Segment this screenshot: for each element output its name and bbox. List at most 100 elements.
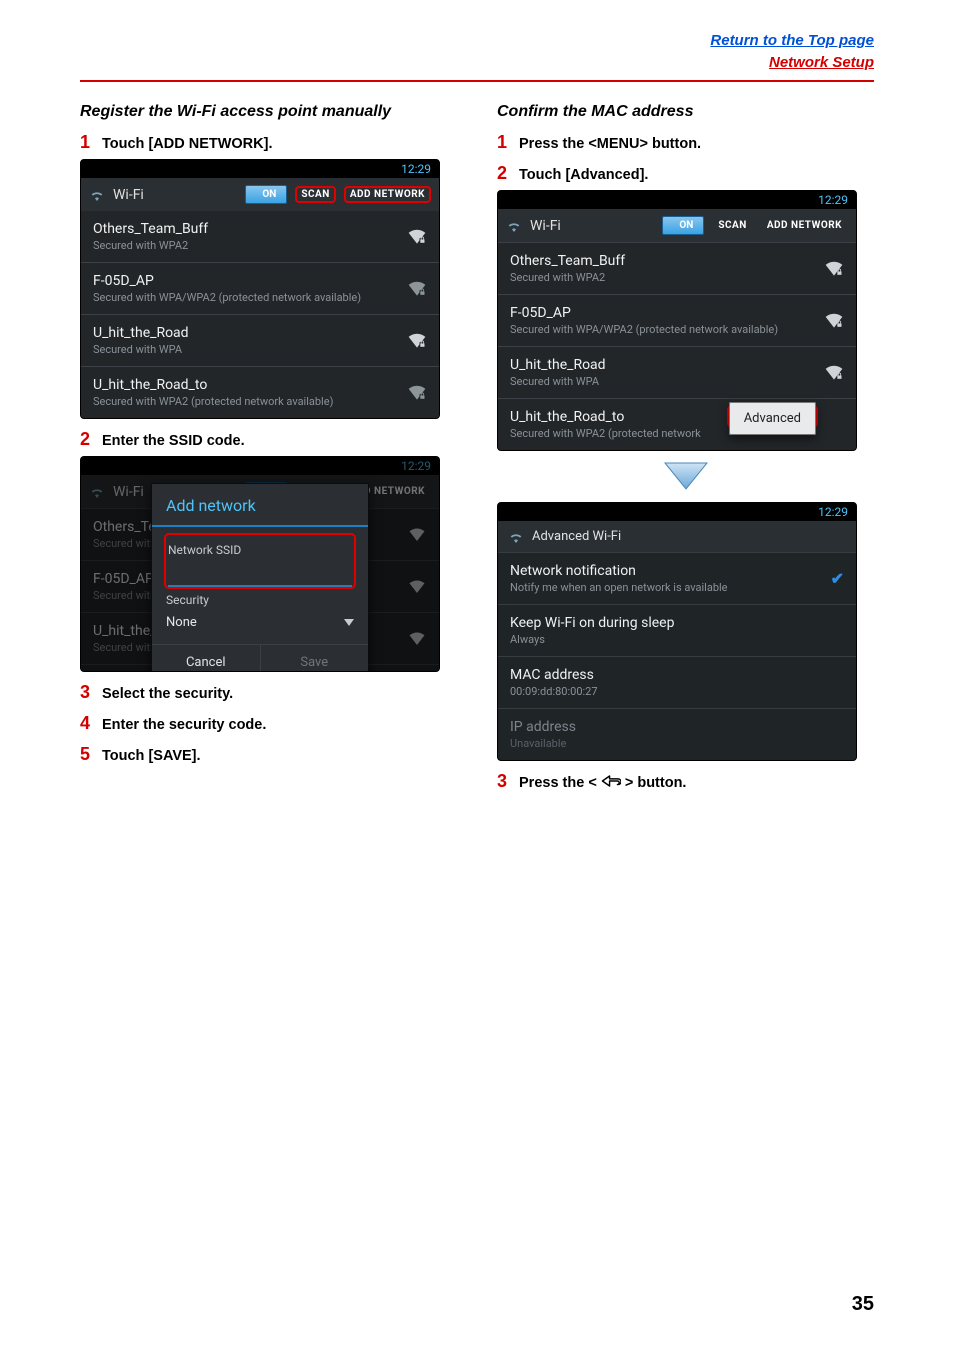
- network-row[interactable]: F-05D_AP Secured with WPA/WPA2 (protected…: [498, 294, 856, 346]
- network-list: Others_Team_BuffSecured with WPA2 F-05D_…: [81, 211, 439, 418]
- security-value: None: [166, 615, 197, 630]
- row-title: Keep Wi-Fi on during sleep: [510, 615, 844, 631]
- screenshot-add-network: 12:29 Wi-Fi ON SCAN ADD NETWORK Others_T…: [80, 456, 440, 672]
- cancel-button[interactable]: Cancel: [152, 645, 260, 672]
- left-step-5: 5 Touch [SAVE].: [80, 744, 457, 765]
- add-network-button[interactable]: ADD NETWORK: [344, 186, 431, 203]
- screenshot-wifi-list-advanced: 12:29 Wi-Fi ON SCAN ADD NETWORK Others_T…: [497, 190, 857, 451]
- network-setup-link[interactable]: Network Setup: [769, 54, 874, 71]
- wifi-icon: [89, 486, 105, 498]
- ssid-label: U_hit_the_Road: [510, 357, 606, 373]
- ssid-field-label: Network SSID: [168, 543, 352, 557]
- status-bar: 12:29: [498, 503, 856, 521]
- signal-lock-icon: [824, 364, 844, 382]
- network-sublabel: Secured with WPA: [510, 375, 606, 388]
- network-sublabel: Secured with WPA2 (protected network: [510, 427, 701, 440]
- step-text-pre: Press the <: [519, 775, 601, 791]
- signal-lock-icon: [407, 384, 427, 402]
- wifi-toggle[interactable]: ON: [662, 216, 704, 235]
- step-text: Enter the SSID code.: [102, 433, 245, 449]
- step-number: 4: [80, 713, 94, 734]
- left-step-2: 2 Enter the SSID code.: [80, 429, 457, 450]
- network-row[interactable]: Others_Team_Buff Secured with WPA2: [498, 242, 856, 294]
- signal-lock-icon: [824, 260, 844, 278]
- step-text: Press the < > button.: [519, 774, 686, 792]
- status-bar: 12:29: [81, 160, 439, 178]
- network-row[interactable]: U_hit_the_Road_to Secured with WPA2 (prot…: [81, 366, 439, 418]
- wifi-icon: [89, 189, 105, 201]
- wifi-icon: [508, 531, 524, 543]
- step-number: 1: [80, 132, 94, 153]
- network-sublabel: Secured with WPA2 (protected network ava…: [93, 395, 333, 408]
- status-bar: 12:29: [498, 191, 856, 209]
- right-step-1: 1 Press the <MENU> button.: [497, 132, 874, 153]
- row-subtitle: 00:09:dd:80:00:27: [510, 685, 844, 698]
- ssid-input[interactable]: [168, 559, 352, 587]
- actionbar-title: Wi-Fi: [530, 218, 654, 234]
- signal-icon: [407, 526, 427, 544]
- screenshot-advanced-wifi: 12:29 Advanced Wi-Fi Network notificatio…: [497, 502, 857, 761]
- advanced-highlight: Advanced: [727, 405, 818, 428]
- step-text: Enter the security code.: [102, 717, 266, 733]
- network-sublabel: Secured with WPA: [93, 343, 189, 356]
- signal-icon: [407, 630, 427, 648]
- step-text-post: > button.: [621, 775, 687, 791]
- ssid-label: U_hit_the_Road_to: [93, 377, 333, 393]
- step-text: Touch [SAVE].: [102, 748, 201, 764]
- network-row[interactable]: Others_Team_BuffSecured with WPA2: [81, 211, 439, 262]
- check-icon: ✔: [831, 569, 844, 588]
- row-title: Network notification: [510, 563, 728, 579]
- step-text: Touch [ADD NETWORK].: [102, 136, 272, 152]
- network-row[interactable]: U_hit_the_Road_to Secured with WPA2 (prot…: [498, 398, 856, 450]
- row-title: IP address: [510, 719, 844, 735]
- row-subtitle: Unavailable: [510, 737, 844, 750]
- security-spinner[interactable]: None: [166, 609, 354, 640]
- network-sublabel: Secured with WPA/WPA2 (protected network…: [510, 323, 778, 336]
- left-column: Register the Wi-Fi access point manually…: [80, 96, 457, 799]
- adv-row-sleep-policy[interactable]: Keep Wi-Fi on during sleep Always: [498, 604, 856, 656]
- return-top-link[interactable]: Return to the Top page: [710, 32, 874, 49]
- scan-button[interactable]: SCAN: [295, 186, 335, 203]
- action-bar: Wi-Fi ON SCAN ADD NETWORK: [498, 209, 856, 242]
- chevron-down-icon: [344, 619, 354, 626]
- network-row[interactable]: F-05D_APSecured with WPA/WPA2 (protected…: [81, 262, 439, 314]
- left-step-3: 3 Select the security.: [80, 682, 457, 703]
- ssid-label: U_hit_the_Road_to: [510, 409, 701, 425]
- ssid-label: Others_Team_Buff: [93, 221, 208, 237]
- save-button[interactable]: Save: [260, 645, 369, 672]
- step-text: Select the security.: [102, 686, 233, 702]
- right-column: Confirm the MAC address 1 Press the <MEN…: [497, 96, 874, 799]
- signal-lock-icon: [407, 280, 427, 298]
- ssid-label: U_hit_the_Road: [93, 325, 189, 341]
- right-step-2: 2 Touch [Advanced].: [497, 163, 874, 184]
- wifi-toggle[interactable]: ON: [245, 185, 287, 204]
- page-number: 35: [852, 1293, 874, 1316]
- wifi-icon: [506, 220, 522, 232]
- left-step-4: 4 Enter the security code.: [80, 713, 457, 734]
- step-number: 2: [497, 163, 511, 184]
- ssid-label: Others_Team_Buff: [510, 253, 625, 269]
- advanced-menu-item[interactable]: Advanced: [729, 402, 816, 435]
- step-number: 5: [80, 744, 94, 765]
- dialog-title: Add network: [152, 484, 368, 525]
- step-text: Press the <MENU> button.: [519, 136, 701, 152]
- ssid-highlight: Network SSID: [164, 533, 356, 589]
- signal-lock-icon: [407, 332, 427, 350]
- step-number: 3: [497, 771, 511, 792]
- adv-row-network-notification[interactable]: Network notificationNotify me when an op…: [498, 552, 856, 604]
- left-section-title: Register the Wi-Fi access point manually: [80, 102, 457, 123]
- security-field-label: Security: [166, 593, 354, 607]
- step-number: 3: [80, 682, 94, 703]
- ssid-label: F-05D_AP: [510, 305, 778, 321]
- add-network-button[interactable]: ADD NETWORK: [761, 218, 848, 233]
- adv-row-ip-address: IP address Unavailable: [498, 708, 856, 760]
- network-row[interactable]: U_hit_the_Road Secured with WPA: [498, 346, 856, 398]
- row-subtitle: Always: [510, 633, 844, 646]
- left-step-1: 1 Touch [ADD NETWORK].: [80, 132, 457, 153]
- signal-lock-icon: [824, 312, 844, 330]
- signal-lock-icon: [407, 228, 427, 246]
- network-row[interactable]: U_hit_the_Road Secured with WPA: [81, 314, 439, 366]
- arrow-down-icon: [497, 461, 874, 496]
- scan-button[interactable]: SCAN: [712, 218, 752, 233]
- network-sublabel: Secured with WPA2: [510, 271, 625, 284]
